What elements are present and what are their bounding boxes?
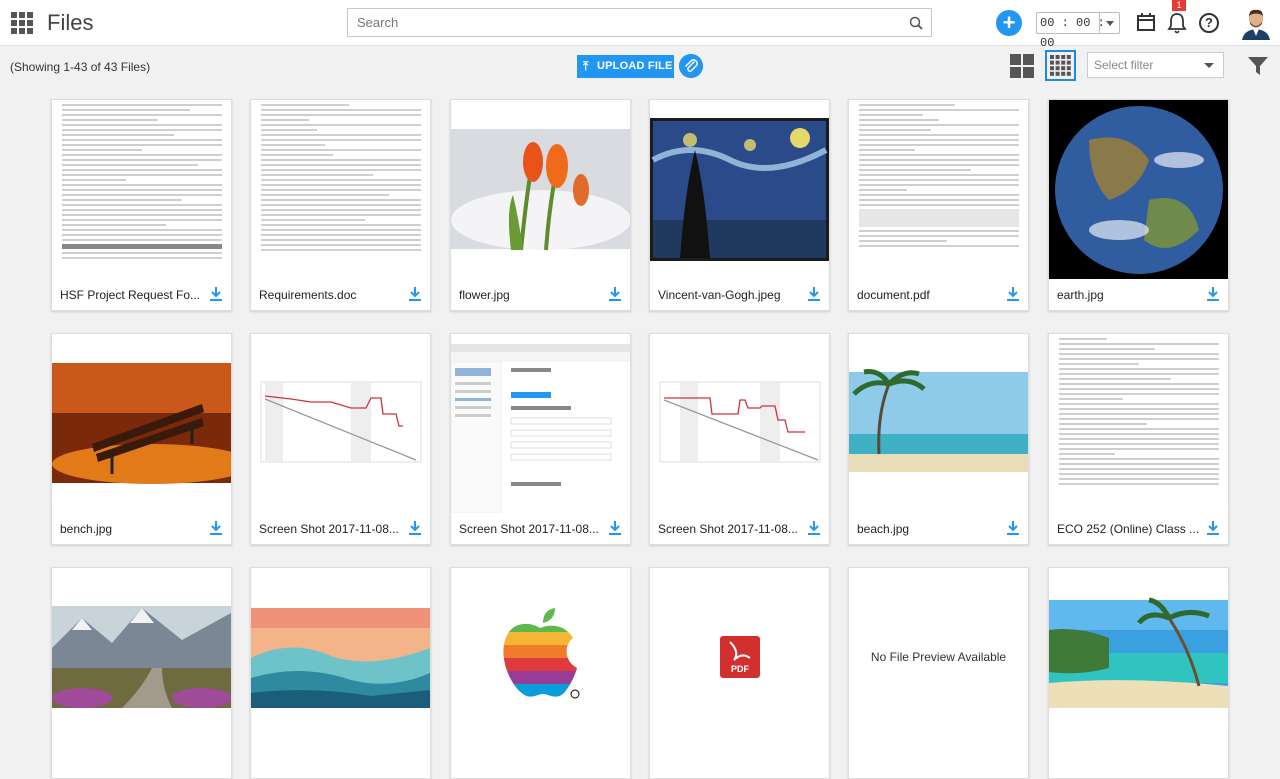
small-grid-view-button[interactable]	[1045, 50, 1076, 81]
plus-icon: +	[1002, 10, 1016, 35]
file-card[interactable]: PDF	[649, 567, 830, 779]
chevron-down-icon[interactable]	[1099, 13, 1119, 33]
file-card[interactable]	[51, 567, 232, 779]
no-preview-text: No File Preview Available	[870, 650, 1007, 664]
file-card[interactable]: Screen Shot 2017-11-08...	[450, 333, 631, 545]
search-icon[interactable]	[909, 16, 923, 30]
file-name[interactable]: HSF Project Request Fo...	[60, 288, 206, 302]
upload-icon: ⤒	[583, 59, 589, 73]
page-title: Files	[47, 10, 94, 35]
file-card[interactable]	[1048, 567, 1229, 779]
download-icon[interactable]	[808, 521, 820, 535]
file-card[interactable]: Screen Shot 2017-11-08...	[250, 333, 431, 545]
file-name[interactable]: Requirements.doc	[259, 288, 405, 302]
calendar-icon[interactable]	[1136, 12, 1156, 32]
search-box[interactable]	[347, 8, 932, 37]
file-card[interactable]	[250, 567, 431, 779]
file-card[interactable]	[450, 567, 631, 779]
file-card[interactable]: No File Preview Available	[848, 567, 1029, 779]
file-card[interactable]: Requirements.doc	[250, 99, 431, 311]
download-icon[interactable]	[1207, 287, 1219, 301]
file-name[interactable]: Vincent-van-Gogh.jpeg	[658, 288, 804, 302]
download-icon[interactable]	[210, 521, 222, 535]
file-card[interactable]: HSF Project Request Fo...	[51, 99, 232, 311]
screenshot-thumbnail	[451, 334, 630, 513]
download-icon[interactable]	[1207, 521, 1219, 535]
add-button[interactable]: +	[996, 10, 1022, 36]
file-card[interactable]: Vincent-van-Gogh.jpeg	[649, 99, 830, 311]
small-grid-view-icon	[1050, 55, 1071, 76]
beach-thumbnail	[849, 334, 1028, 513]
document-thumbnail	[52, 100, 231, 279]
document-thumbnail	[1049, 334, 1228, 513]
attach-icon[interactable]	[679, 54, 703, 78]
bench-thumbnail	[52, 334, 231, 513]
earth-thumbnail	[1049, 100, 1228, 279]
painting-thumbnail	[650, 100, 829, 279]
file-name[interactable]: Screen Shot 2017-11-08...	[658, 522, 804, 536]
file-card[interactable]: Screen Shot 2017-11-08...	[649, 333, 830, 545]
mountain-thumbnail	[52, 568, 231, 747]
filter-icon[interactable]	[1247, 55, 1269, 77]
svg-text:PDF: PDF	[731, 664, 750, 674]
help-icon[interactable]: ?	[1199, 13, 1219, 33]
apps-grid-icon[interactable]	[11, 12, 33, 34]
download-icon[interactable]	[210, 287, 222, 301]
file-name[interactable]: Screen Shot 2017-11-08...	[459, 522, 605, 536]
download-icon[interactable]	[409, 287, 421, 301]
document-thumbnail	[251, 100, 430, 279]
notification-badge: 1	[1172, 0, 1186, 11]
file-name[interactable]: beach.jpg	[857, 522, 1003, 536]
timer-select[interactable]: 00 : 00 : 00	[1036, 12, 1120, 50]
download-icon[interactable]	[1007, 521, 1019, 535]
file-name[interactable]: bench.jpg	[60, 522, 206, 536]
landscape-thumbnail	[251, 568, 430, 747]
document-thumbnail	[849, 100, 1028, 279]
bell-icon[interactable]	[1167, 12, 1187, 34]
pdf-file-icon: PDF	[650, 568, 829, 747]
apple-logo-thumbnail	[451, 568, 630, 747]
file-name[interactable]: document.pdf	[857, 288, 1003, 302]
file-name[interactable]: Screen Shot 2017-11-08...	[259, 522, 405, 536]
file-name[interactable]: flower.jpg	[459, 288, 605, 302]
file-card[interactable]: document.pdf	[848, 99, 1029, 311]
search-input[interactable]	[348, 9, 931, 36]
timer-value: 00 : 00 : 00	[1040, 16, 1105, 50]
tropical-beach-thumbnail	[1049, 568, 1228, 747]
download-icon[interactable]	[609, 287, 621, 301]
file-card[interactable]: flower.jpg	[450, 99, 631, 311]
top-bar: Files + 00 : 00 : 00 1 ?	[0, 0, 1280, 50]
download-icon[interactable]	[609, 521, 621, 535]
file-count-text: (Showing 1-43 of 43 Files)	[10, 60, 151, 74]
upload-label: UPLOAD FILE	[597, 60, 673, 72]
download-icon[interactable]	[1007, 287, 1019, 301]
file-card[interactable]: earth.jpg	[1048, 99, 1229, 311]
file-name[interactable]: earth.jpg	[1057, 288, 1203, 302]
chart-thumbnail	[251, 334, 430, 513]
chart-thumbnail	[650, 334, 829, 513]
large-grid-view-icon[interactable]	[1010, 54, 1034, 78]
no-preview-thumbnail: No File Preview Available	[849, 568, 1028, 747]
download-icon[interactable]	[808, 287, 820, 301]
avatar[interactable]	[1240, 6, 1272, 40]
upload-file-button[interactable]: ⤒ UPLOAD FILE	[577, 55, 674, 78]
flower-thumbnail	[451, 100, 630, 279]
filter-select[interactable]: Select filter	[1087, 52, 1224, 78]
file-name[interactable]: ECO 252 (Online) Class ...	[1057, 522, 1203, 536]
file-card[interactable]: beach.jpg	[848, 333, 1029, 545]
file-card[interactable]: bench.jpg	[51, 333, 232, 545]
file-card[interactable]: ECO 252 (Online) Class ...	[1048, 333, 1229, 545]
download-icon[interactable]	[409, 521, 421, 535]
